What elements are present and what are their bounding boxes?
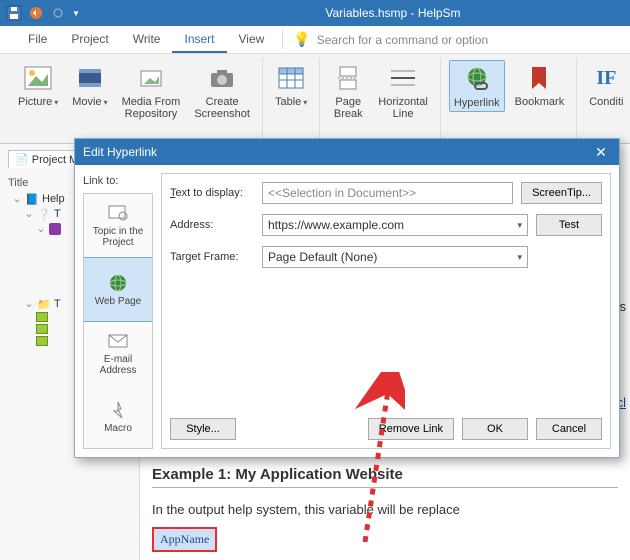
picture-button[interactable]: Picture▾ [14,60,62,122]
dialog-title: Edit Hyperlink [83,145,157,159]
quick-access-toolbar: ▼ [4,3,80,23]
link-category-list: Topic in the Project Web Page E-mail Add… [83,193,153,449]
menu-view[interactable]: View [227,26,277,53]
movie-icon [74,62,106,94]
doc-heading: Example 1: My Application Website [152,466,618,488]
redo-icon[interactable] [48,3,68,23]
menu-file[interactable]: File [16,26,59,53]
condition-button[interactable]: IF Conditi [585,60,627,110]
chevron-down-icon[interactable]: ▾ [517,252,522,263]
cat-topic[interactable]: Topic in the Project [84,194,152,257]
target-frame-select[interactable]: Page Default (None) ▾ [262,246,528,268]
style-button[interactable]: Style... [170,418,236,440]
macro-icon [106,400,130,420]
bookmark-button[interactable]: Bookmark [511,60,569,112]
chevron-down-icon[interactable]: ▾ [517,220,522,231]
topic-icon [106,203,130,223]
menu-insert[interactable]: Insert [172,26,226,53]
test-button[interactable]: Test [536,214,602,236]
menu-project[interactable]: Project [59,26,120,53]
media-icon [135,62,167,94]
cat-macro[interactable]: Macro [84,385,152,448]
camera-icon [206,62,238,94]
window-title: Variables.hsmp - HelpSm [80,6,626,20]
edit-hyperlink-dialog: Edit Hyperlink ✕ Link to: Topic in the P… [74,138,620,458]
email-icon [106,331,130,351]
picture-icon [22,62,54,94]
doc-paragraph: In the output help system, this variable… [152,500,618,521]
hyperlink-button[interactable]: Hyperlink [449,60,505,112]
table-icon [275,62,307,94]
screenshot-button[interactable]: Create Screenshot [190,60,254,122]
cancel-button[interactable]: Cancel [536,418,602,440]
link-to-label: Link to: [83,173,153,193]
title-bar: ▼ Variables.hsmp - HelpSm [0,0,630,26]
search-placeholder: Search for a command or option [317,33,488,47]
address-input[interactable]: https://www.example.com ▾ [262,214,528,236]
variable-tag[interactable]: AppName [152,527,217,552]
screentip-button[interactable]: ScreenTip... [521,182,602,204]
page-break-icon [332,62,364,94]
lightbulb-icon: 💡 [293,31,310,48]
hline-icon [387,62,419,94]
tell-me-search[interactable]: 💡 Search for a command or option [289,26,492,53]
bookmark-icon [523,62,555,94]
globe-link-icon [461,63,493,95]
target-frame-label: Target Frame: [170,251,254,263]
dialog-titlebar[interactable]: Edit Hyperlink ✕ [75,139,619,165]
menu-write[interactable]: Write [121,26,173,53]
close-icon[interactable]: ✕ [591,144,611,161]
globe-icon [106,273,130,293]
table-button[interactable]: Table▾ [271,60,311,110]
cat-web-page[interactable]: Web Page [84,257,152,322]
ribbon: Picture▾ Movie▾ Media From Repository Cr… [0,54,630,144]
ok-button[interactable]: OK [462,418,528,440]
qat-dropdown-icon[interactable]: ▼ [72,9,80,18]
save-icon[interactable] [4,3,24,23]
menu-bar: File Project Write Insert View 💡 Search … [0,26,630,54]
condition-icon: IF [590,62,622,94]
media-repo-button[interactable]: Media From Repository [118,60,185,122]
cat-email[interactable]: E-mail Address [84,322,152,385]
horizontal-line-button[interactable]: Horizontal Line [374,60,432,122]
address-label: Address: [170,219,254,231]
text-to-display-input[interactable] [262,182,513,204]
remove-link-button[interactable]: Remove Link [368,418,454,440]
page-break-button[interactable]: Page Break [328,60,368,122]
undo-icon[interactable] [26,3,46,23]
text-to-display-label: Text to display: [170,187,254,199]
movie-button[interactable]: Movie▾ [68,60,111,122]
